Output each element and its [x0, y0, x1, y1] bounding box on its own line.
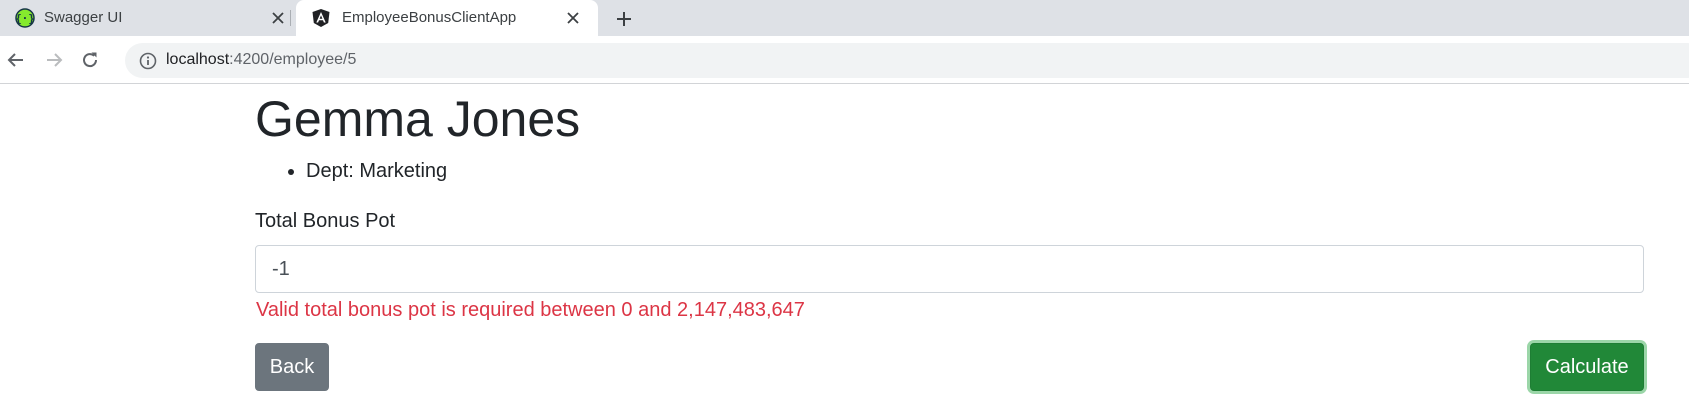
tab-title: EmployeeBonusClientApp: [342, 9, 517, 26]
svg-text:{·}: {·}: [15, 12, 35, 25]
bonus-pot-label: Total Bonus Pot: [255, 210, 396, 232]
angular-icon: [311, 8, 331, 28]
tab-employee-bonus-client-app[interactable]: EmployeeBonusClientApp: [296, 0, 598, 36]
back-arrow-icon[interactable]: [4, 48, 28, 72]
calculate-button[interactable]: Calculate: [1530, 343, 1644, 391]
page-title: Gemma Jones: [255, 91, 581, 147]
list-item: Dept: Marketing: [306, 159, 447, 183]
page-content: Gemma Jones Dept: Marketing Total Bonus …: [0, 85, 1689, 411]
url-text: localhost:4200/employee/5: [166, 51, 356, 69]
plus-icon: [617, 12, 631, 26]
url-path: :4200/employee/5: [229, 51, 357, 68]
employee-details-list: Dept: Marketing: [306, 159, 447, 183]
close-icon[interactable]: [563, 8, 583, 28]
swagger-icon: {·}: [15, 8, 35, 28]
address-bar[interactable]: localhost:4200/employee/5: [125, 43, 1689, 78]
browser-toolbar: localhost:4200/employee/5: [0, 36, 1689, 84]
reload-icon[interactable]: [78, 48, 102, 72]
info-icon[interactable]: [139, 52, 157, 70]
validation-error: Valid total bonus pot is required betwee…: [256, 299, 805, 321]
new-tab-button[interactable]: [612, 7, 636, 31]
tab-swagger-ui[interactable]: {·} Swagger UI: [0, 0, 288, 36]
back-button[interactable]: Back: [255, 343, 329, 391]
close-icon[interactable]: [268, 8, 288, 28]
tab-title: Swagger UI: [44, 9, 123, 26]
bonus-pot-input[interactable]: [255, 245, 1644, 293]
forward-arrow-icon[interactable]: [42, 48, 66, 72]
tab-divider: [290, 10, 291, 26]
tab-strip: {·} Swagger UI EmployeeBonusClientApp: [0, 0, 1689, 36]
url-host: localhost: [166, 51, 230, 68]
